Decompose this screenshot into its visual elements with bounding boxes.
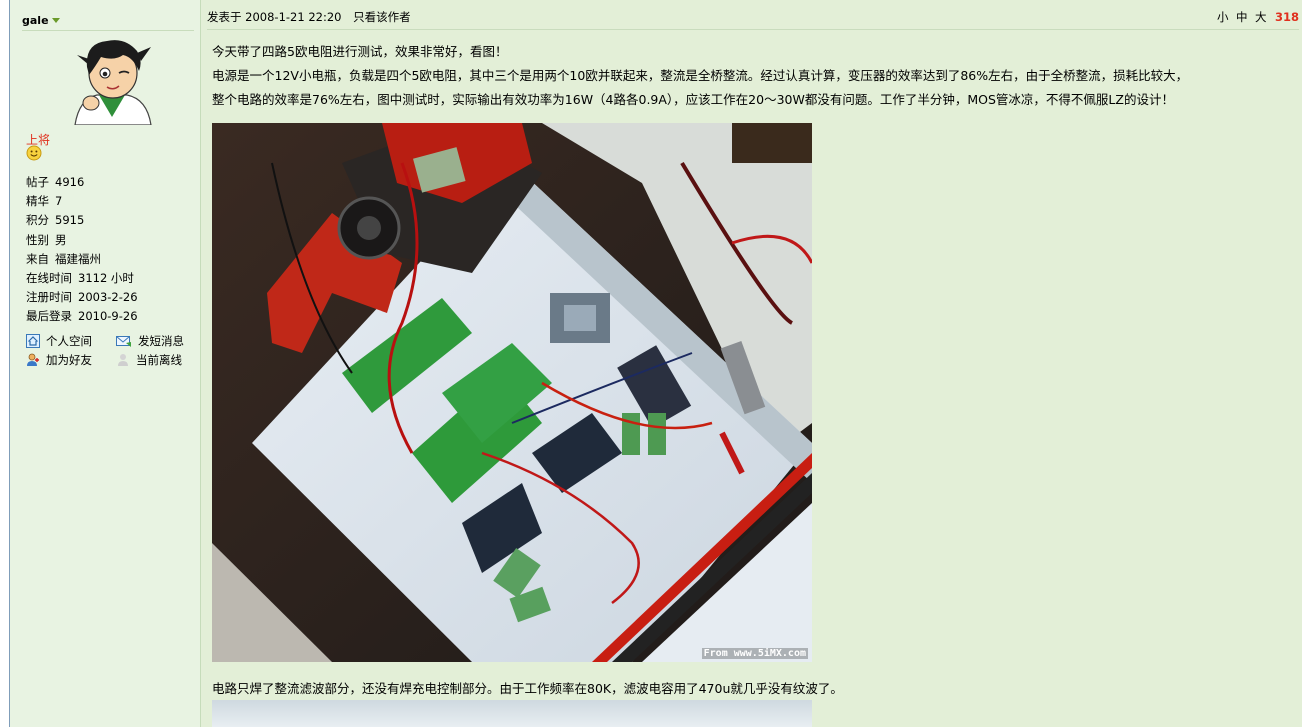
post-content-area: 发表于 2008-1-21 22:20 只看该作者 小 中 大 318楼 今天带…: [201, 0, 1302, 727]
post-meta: 发表于 2008-1-21 22:20 只看该作者: [207, 9, 411, 25]
dropdown-caret-icon[interactable]: [51, 18, 60, 23]
font-small-button[interactable]: 小: [1217, 9, 1229, 25]
message-icon: [116, 336, 131, 347]
stat-digest: 精华 7: [26, 194, 63, 209]
stat-points: 积分 5915: [26, 213, 85, 228]
photo-caption: 电路只焊了整流滤波部分，还没有焊充电控制部分。由于工作频率在80K，滤波电容用了…: [212, 681, 843, 696]
second-photo[interactable]: [212, 700, 812, 727]
posted-prefix: 发表于: [207, 10, 242, 24]
post-line-3: 整个电路的效率是76%左右，图中测试时，实际输出有效功率为16W（4路各0.9A…: [212, 92, 1174, 107]
floor-number[interactable]: 318楼: [1275, 9, 1302, 25]
posted-time: 2008-1-21 22:20: [245, 10, 342, 24]
author-stats: 帖子 4916 精华 7 积分 5915 性别男 来自 福建福州 在线时间 3112 小时…: [26, 173, 138, 327]
send-message-link[interactable]: 发短消息: [116, 332, 184, 350]
online-status: 当前离线: [116, 351, 182, 369]
header-divider: [207, 29, 1302, 30]
stat-location: 来自 福建福州: [26, 251, 101, 266]
home-space-link[interactable]: 个人空间: [26, 332, 92, 350]
photo-watermark: From www.5iMX.com: [701, 648, 808, 659]
smiley-rank-icon: [26, 145, 42, 161]
author-sidebar: gale 上将 帖子 4916 精华 7 积分 5915 性别男 来自 福建福州 在线时…: [10, 0, 201, 727]
add-friend-link[interactable]: 加为好友: [26, 351, 92, 369]
stat-register-date: 注册时间 2003-2-26: [26, 290, 138, 305]
stat-online-time: 在线时间 3112 小时: [26, 270, 134, 285]
stat-posts: 帖子 4916: [26, 175, 85, 189]
avatar[interactable]: [67, 37, 157, 125]
author-name-row[interactable]: gale: [22, 13, 60, 29]
post-line-1: 今天带了四路5欧电阻进行测试，效果非常好，看图！: [212, 44, 508, 59]
post-body: 今天带了四路5欧电阻进行测试，效果非常好，看图！ 电源是一个12V小电瓶，负载是…: [212, 40, 1302, 112]
add-friend-icon: [27, 353, 39, 366]
font-large-button[interactable]: 大: [1255, 9, 1267, 25]
circuit-test-photo[interactable]: From www.5iMX.com: [212, 123, 812, 662]
circuit-photo-image: [212, 123, 812, 662]
stat-last-login: 最后登录 2010-9-26: [26, 309, 138, 324]
stat-gender: 性别男: [26, 232, 67, 247]
font-medium-button[interactable]: 中: [1236, 9, 1248, 25]
home-icon: [26, 334, 40, 348]
offline-user-icon: [118, 354, 128, 366]
post-line-2: 电源是一个12V小电瓶，负载是四个5欧电阻，其中三个是用两个10欧并联起来，整流…: [212, 68, 1189, 83]
only-author-link[interactable]: 只看该作者: [353, 10, 411, 24]
sidebar-divider: [22, 30, 194, 31]
author-name[interactable]: gale: [22, 14, 49, 27]
